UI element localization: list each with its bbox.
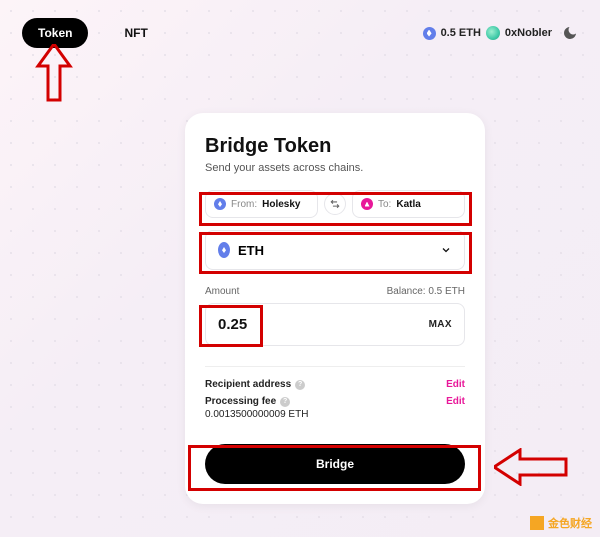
katla-icon <box>361 198 373 210</box>
watermark-logo-icon <box>530 516 544 530</box>
to-chain-select[interactable]: To: Katla <box>352 190 465 218</box>
avatar <box>486 26 500 40</box>
tab-nft[interactable]: NFT <box>110 18 161 48</box>
balance-label: Balance: 0.5 ETH <box>387 286 465 297</box>
amount-label: Amount <box>205 286 239 297</box>
to-label: To: <box>378 199 391 210</box>
from-label: From: <box>231 199 257 210</box>
divider <box>205 366 465 367</box>
help-icon[interactable]: ? <box>280 397 290 407</box>
ethereum-icon <box>214 198 226 210</box>
max-button[interactable]: MAX <box>429 319 452 330</box>
balance-amount: 0.5 ETH <box>441 27 481 39</box>
swap-chains-button[interactable] <box>324 193 346 215</box>
account-name: 0xNobler <box>505 27 552 39</box>
token-symbol: ETH <box>238 243 264 258</box>
from-chain-select[interactable]: From: Holesky <box>205 190 318 218</box>
top-tabs: Token NFT <box>22 18 162 48</box>
edit-recipient-button[interactable]: Edit <box>446 379 465 390</box>
ethereum-icon <box>218 242 230 258</box>
amount-input[interactable] <box>218 316 298 333</box>
help-icon[interactable]: ? <box>295 380 305 390</box>
fee-label: Processing fee ? <box>205 396 290 407</box>
page-title: Bridge Token <box>205 135 465 158</box>
bridge-card: Bridge Token Send your assets across cha… <box>185 113 485 504</box>
swap-icon <box>330 199 340 209</box>
from-chain-value: Holesky <box>262 199 300 210</box>
token-select[interactable]: ETH <box>205 230 465 270</box>
ethereum-icon <box>423 27 436 40</box>
dark-mode-icon[interactable] <box>562 25 578 41</box>
chevron-down-icon <box>440 244 452 256</box>
edit-fee-button[interactable]: Edit <box>446 396 465 407</box>
recipient-label: Recipient address ? <box>205 379 305 390</box>
fee-value: 0.0013500000009 ETH <box>205 409 465 420</box>
to-chain-value: Katla <box>396 199 420 210</box>
tab-token[interactable]: Token <box>22 18 88 48</box>
page-subtitle: Send your assets across chains. <box>205 162 465 174</box>
watermark: 金色财经 <box>530 515 592 531</box>
bridge-button[interactable]: Bridge <box>205 444 465 484</box>
wallet-balance[interactable]: 0.5 ETH 0xNobler <box>423 26 552 40</box>
